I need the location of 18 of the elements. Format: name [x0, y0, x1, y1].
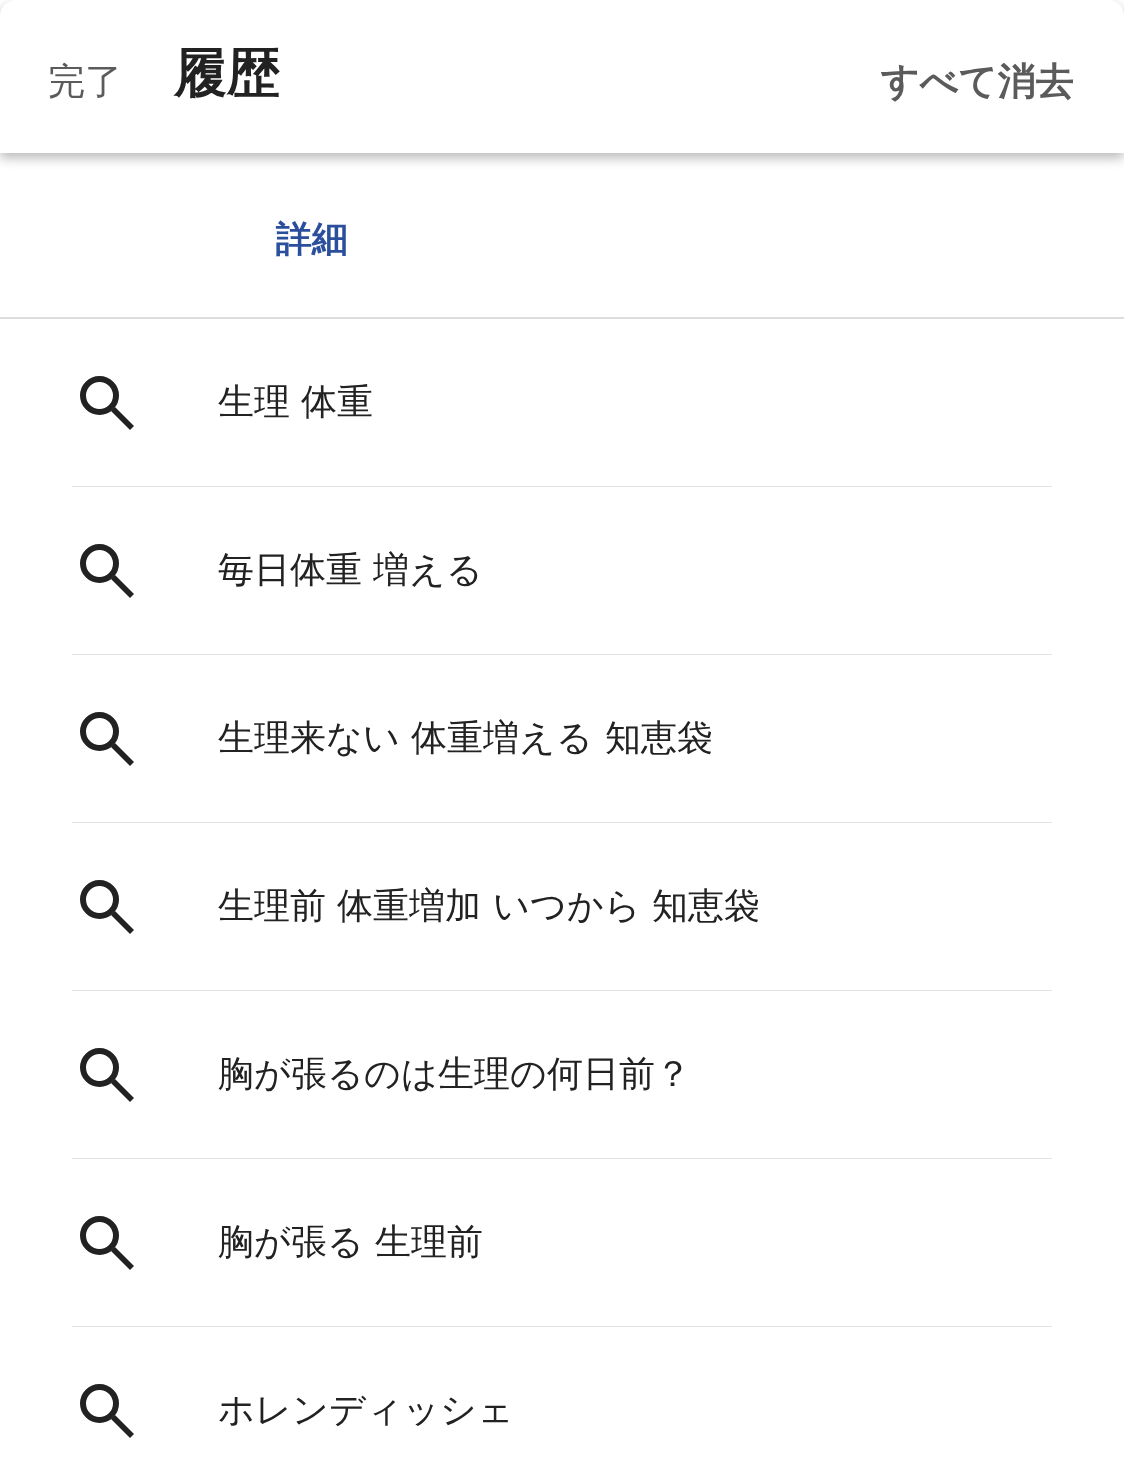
- search-icon: [80, 1047, 134, 1102]
- history-item[interactable]: ホレンディッシェ: [72, 1327, 1052, 1460]
- history-item[interactable]: 生理来ない 体重増える 知恵袋: [72, 655, 1052, 823]
- history-item[interactable]: 胸が張るのは生理の何日前？: [72, 991, 1052, 1159]
- history-item[interactable]: 生理 体重: [72, 319, 1052, 487]
- search-icon: [80, 1383, 134, 1438]
- search-icon: [80, 1215, 134, 1270]
- details-link[interactable]: 詳細: [276, 214, 348, 264]
- search-icon: [80, 879, 134, 934]
- history-item[interactable]: 胸が張る 生理前: [72, 1159, 1052, 1327]
- search-icon: [80, 543, 134, 598]
- clear-all-button[interactable]: すべて消去: [881, 56, 1074, 107]
- search-icon: [80, 711, 134, 766]
- done-button[interactable]: 完了: [48, 56, 122, 107]
- history-item[interactable]: 毎日体重 増える: [72, 487, 1052, 655]
- search-icon: [80, 375, 134, 430]
- history-item[interactable]: 生理前 体重増加 いつから 知恵袋: [72, 823, 1052, 991]
- page-title: 履歴: [174, 40, 280, 105]
